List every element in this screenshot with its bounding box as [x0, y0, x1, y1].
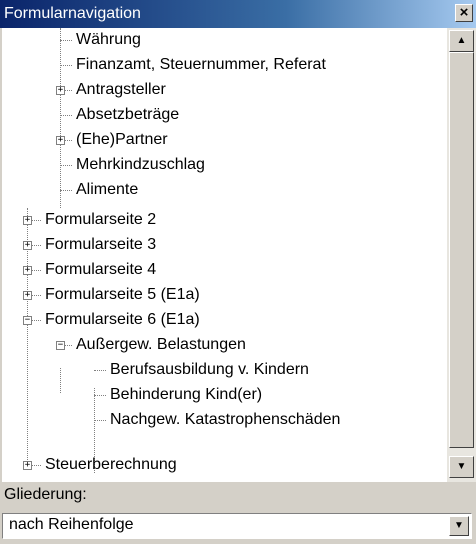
tree-item-label: Formularseite 4 — [45, 261, 157, 278]
tree-item-behinderung[interactable]: Behinderung Kind(er) — [2, 383, 447, 408]
gliederung-selected-value: nach Reihenfolge — [9, 516, 134, 533]
tree-item-label: Formularseite 2 — [45, 211, 157, 228]
tree-item-mehrkindzuschlag[interactable]: Mehrkindzuschlag — [2, 153, 447, 178]
close-icon: × — [459, 4, 469, 21]
arrow-down-icon: ▼ — [456, 461, 467, 472]
expand-icon[interactable]: + — [23, 216, 32, 225]
tree-item-label: Behinderung Kind(er) — [110, 386, 263, 403]
tree-item-label: Antragsteller — [76, 81, 166, 98]
scroll-up-button[interactable]: ▲ — [449, 30, 474, 52]
arrow-up-icon: ▲ — [456, 35, 467, 46]
tree-item-formularseite-4[interactable]: + Formularseite 4 — [2, 258, 447, 283]
tree-item-label: Berufsausbildung v. Kindern — [110, 361, 309, 378]
tree-item-label: Alimente — [76, 181, 139, 198]
tree-item-antragsteller[interactable]: + Antragsteller — [2, 78, 447, 103]
expand-icon[interactable]: + — [23, 241, 32, 250]
scroll-down-button[interactable]: ▼ — [449, 456, 474, 478]
tree-item-katastrophenschaeden[interactable]: Nachgew. Katastrophenschäden — [2, 408, 447, 433]
vertical-scrollbar[interactable]: ▲ ▼ — [447, 28, 476, 482]
tree-item-label: Absetzbeträge — [76, 106, 180, 123]
tree-item-waehrung[interactable]: Währung — [2, 28, 447, 53]
tree-item-berufsausbildung[interactable]: Berufsausbildung v. Kindern — [2, 358, 447, 383]
collapse-icon[interactable]: − — [56, 341, 65, 350]
tree-item-label: Nachgew. Katastrophenschäden — [110, 411, 341, 428]
tree-item-label: (Ehe)Partner — [76, 131, 168, 148]
chevron-down-icon: ▼ — [454, 520, 464, 531]
navigation-tree-pane: Währung Finanzamt, Steuernummer, Referat… — [2, 28, 476, 482]
tree-item-steuerberechnung[interactable]: + Steuerberechnung — [2, 453, 447, 478]
dropdown-button[interactable]: ▼ — [449, 516, 469, 536]
expand-icon[interactable]: + — [23, 461, 32, 470]
window-title: Formularnavigation — [4, 5, 141, 22]
expand-icon[interactable]: + — [23, 291, 32, 300]
tree-item-formularseite-6[interactable]: − Formularseite 6 (E1a) — [2, 308, 447, 333]
tree-item-label: Außergew. Belastungen — [76, 336, 246, 353]
gliederung-label: Gliederung: — [4, 486, 87, 503]
tree-item-alimente[interactable]: Alimente — [2, 178, 447, 203]
tree-item-finanzamt[interactable]: Finanzamt, Steuernummer, Referat — [2, 53, 447, 78]
window-titlebar: Formularnavigation × — [0, 0, 476, 28]
navigation-tree: Währung Finanzamt, Steuernummer, Referat… — [2, 28, 447, 482]
gliederung-select[interactable]: nach Reihenfolge ▼ — [2, 513, 472, 539]
collapse-icon[interactable]: − — [23, 316, 32, 325]
tree-item-absetzbetraege[interactable]: Absetzbeträge — [2, 103, 447, 128]
tree-item-formularseite-3[interactable]: + Formularseite 3 — [2, 233, 447, 258]
close-button[interactable]: × — [455, 4, 473, 22]
tree-item-formularseite-2[interactable]: + Formularseite 2 — [2, 208, 447, 233]
expand-icon[interactable]: + — [56, 136, 65, 145]
tree-item-label: Formularseite 5 (E1a) — [45, 286, 200, 303]
tree-item-ehepartner[interactable]: + (Ehe)Partner — [2, 128, 447, 153]
expand-icon[interactable]: + — [23, 266, 32, 275]
tree-item-label: Formularseite 6 (E1a) — [45, 311, 200, 328]
tree-item-aussergew-belastungen[interactable]: − Außergew. Belastungen — [2, 333, 447, 358]
tree-item-label: Finanzamt, Steuernummer, Referat — [76, 56, 326, 73]
scroll-thumb[interactable] — [449, 52, 474, 448]
tree-item-formularseite-5[interactable]: + Formularseite 5 (E1a) — [2, 283, 447, 308]
tree-item-label: Mehrkindzuschlag — [76, 156, 205, 173]
tree-item-label: Steuerberechnung — [45, 456, 177, 473]
expand-icon[interactable]: + — [56, 86, 65, 95]
tree-item-label: Währung — [76, 31, 141, 48]
tree-item-label: Formularseite 3 — [45, 236, 157, 253]
